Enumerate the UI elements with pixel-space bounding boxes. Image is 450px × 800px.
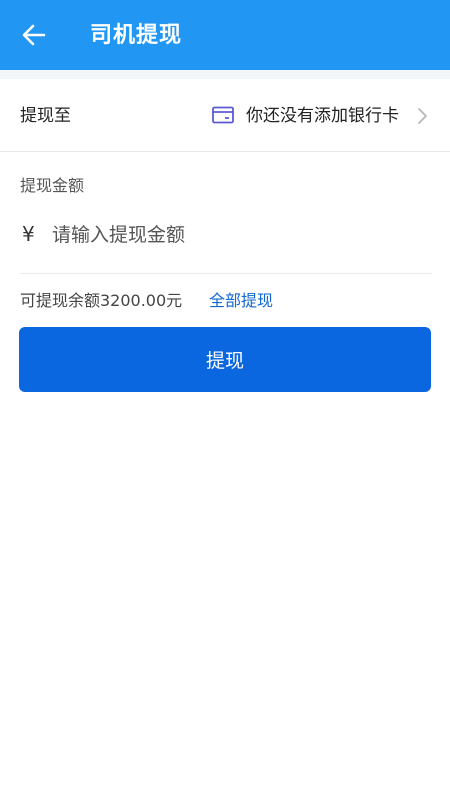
bank-card-icon — [212, 106, 234, 124]
withdraw-all-link[interactable]: 全部提现 — [209, 287, 273, 311]
withdraw-button[interactable]: 提现 — [19, 327, 431, 392]
header-divider — [0, 70, 450, 79]
arrow-left-icon — [22, 24, 46, 46]
chevron-right-icon — [418, 108, 427, 124]
back-button[interactable] — [14, 17, 54, 53]
page-title: 司机提现 — [90, 23, 183, 48]
app-header: 司机提现 — [0, 0, 450, 70]
yuan-icon: ¥ — [22, 222, 35, 246]
bank-card-status: 你还没有添加银行卡 — [246, 106, 399, 126]
amount-label: 提现金额 — [20, 176, 85, 195]
divider — [20, 273, 432, 274]
withdraw-to-label: 提现至 — [20, 106, 71, 126]
available-balance: 可提现余额3200.00元 — [20, 291, 183, 310]
withdraw-to-row[interactable]: 提现至 你还没有添加银行卡 — [0, 79, 450, 152]
amount-input[interactable] — [52, 214, 422, 256]
